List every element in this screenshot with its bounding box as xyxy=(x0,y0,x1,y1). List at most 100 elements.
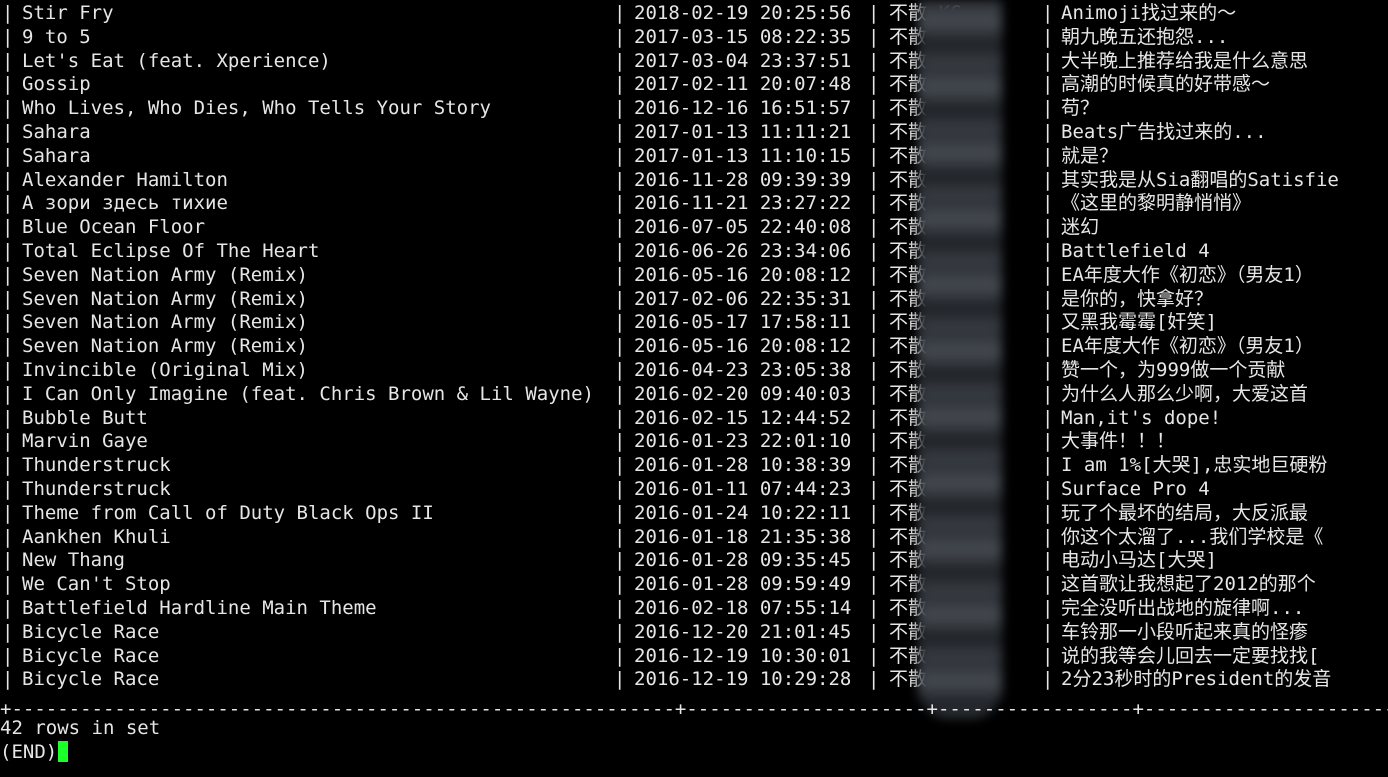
comment-cell: 高潮的时候真的好带感～ xyxy=(1061,73,1271,96)
table-row: |Thunderstruck|2016-01-11 07:44:23|不散 KC… xyxy=(0,477,1388,501)
song-title-cell: 9 to 5 xyxy=(22,25,91,48)
column-border: | xyxy=(1042,192,1054,215)
column-border: | xyxy=(614,644,626,667)
timestamp-cell: 2016-01-28 10:38:39 xyxy=(634,454,852,477)
comment-cell: 其实我是从Sia翻唱的Satisfie xyxy=(1061,168,1339,191)
column-border: | xyxy=(2,25,14,48)
comment-cell: 车铃那一小段听起来真的怪瘆 xyxy=(1061,620,1309,643)
table-row: |Bicycle Race|2016-12-20 21:01:45|不散 KC|… xyxy=(0,620,1388,644)
column-border: | xyxy=(2,311,14,334)
column-border: | xyxy=(868,668,880,691)
column-border: | xyxy=(1042,311,1054,334)
timestamp-cell: 2017-03-15 08:22:35 xyxy=(634,25,852,48)
timestamp-cell: 2016-05-16 20:08:12 xyxy=(634,335,852,358)
column-border: | xyxy=(614,525,626,548)
row-count-text: 42 rows in set xyxy=(0,717,161,739)
column-border: | xyxy=(614,382,626,405)
column-border: | xyxy=(2,287,14,310)
table-row: |Gossip|2017-02-11 20:07:48|不散 KC|高潮的时候真… xyxy=(0,72,1388,96)
table-row: | Invincible (Original Mix) | 2016-04-23 23… xyxy=(0,358,1388,382)
timestamp-cell: 2017-01-13 11:10:15 xyxy=(634,144,852,167)
column-border: | xyxy=(1042,216,1054,239)
comment-cell: 玩了个最坏的结局，大反派最 xyxy=(1061,501,1309,524)
timestamp-cell: 2016-01-24 10:22:11 xyxy=(634,501,852,524)
column-border: | xyxy=(2,597,14,619)
column-border: | xyxy=(614,73,626,96)
column-border: | xyxy=(1042,240,1054,262)
column-border: | xyxy=(868,25,880,48)
column-border: | xyxy=(868,644,880,667)
column-border: | xyxy=(868,549,880,572)
timestamp-cell: 2018-02-19 20:25:56 xyxy=(634,2,852,24)
column-border: | xyxy=(1042,430,1054,453)
comment-cell: 《这里的黎明静悄悄》 xyxy=(1061,192,1252,215)
terminal-cursor[interactable] xyxy=(58,741,68,762)
comment-cell: 你这个太溜了...我们学校是《 xyxy=(1061,525,1324,548)
column-border: | xyxy=(614,25,626,48)
column-border: | xyxy=(614,430,626,453)
column-border: | xyxy=(1042,501,1054,524)
column-border: | xyxy=(614,192,626,215)
column-border: | xyxy=(1042,168,1054,191)
comment-cell: 就是？ xyxy=(1061,144,1119,167)
table-row: | Seven Nation Army (Remix) | 2016-05-16 20… xyxy=(0,334,1388,358)
song-title-cell: New Thang xyxy=(22,549,125,572)
column-border: | xyxy=(614,97,626,120)
column-border: | xyxy=(1042,2,1054,24)
table-row: | Theme from Call of Duty Black Ops II | 20… xyxy=(0,501,1388,525)
column-border: | xyxy=(2,335,14,358)
column-border: | xyxy=(1042,668,1054,691)
column-border: | xyxy=(2,121,14,143)
table-row: | Seven Nation Army (Remix) | 2016-05-17 17… xyxy=(0,310,1388,334)
comment-cell: 大事件！！！ xyxy=(1061,430,1176,453)
timestamp-cell: 2016-12-20 21:01:45 xyxy=(634,620,852,643)
comment-cell: 为什么人那么少啊，大爱这首 xyxy=(1061,382,1309,405)
song-title-cell: Seven Nation Army (Remix) xyxy=(22,287,308,310)
column-border: | xyxy=(868,406,880,429)
column-border: | xyxy=(614,263,626,286)
song-title-cell: Invincible (Original Mix) xyxy=(22,359,308,381)
column-border: | xyxy=(614,620,626,643)
comment-cell: 完全没听出战地的旋律啊... xyxy=(1061,597,1305,619)
timestamp-cell: 2017-02-11 20:07:48 xyxy=(634,73,852,96)
column-border: | xyxy=(1042,454,1054,477)
column-border: | xyxy=(1042,49,1054,72)
column-border: | xyxy=(868,573,880,596)
song-title-cell: Let's Eat (feat. Xperience) xyxy=(22,49,331,72)
song-title-cell: Bicycle Race xyxy=(22,620,160,643)
song-title-cell: Total Eclipse Of The Heart xyxy=(22,240,320,262)
timestamp-cell: 2016-12-16 16:51:57 xyxy=(634,97,852,120)
comment-cell: 大半晚上推荐给我是什么意思 xyxy=(1061,49,1309,72)
column-border: | xyxy=(2,549,14,572)
terminal-window[interactable]: |Stir Fry|2018-02-19 20:25:56|不散 KC|Anim… xyxy=(0,0,1388,777)
column-border: | xyxy=(1042,359,1054,381)
comment-cell: 2分23秒时的President的发音 xyxy=(1061,668,1332,691)
column-border: | xyxy=(614,144,626,167)
column-border: | xyxy=(2,97,14,120)
column-border: | xyxy=(1042,549,1054,572)
column-border: | xyxy=(1042,525,1054,548)
song-title-cell: Bicycle Race xyxy=(22,668,160,691)
song-title-cell: Bubble Butt xyxy=(22,406,148,429)
column-border: | xyxy=(614,668,626,691)
redaction-blur xyxy=(918,0,1002,718)
column-border: | xyxy=(2,240,14,262)
column-border: | xyxy=(2,73,14,96)
column-border: | xyxy=(868,454,880,477)
column-border: | xyxy=(614,2,626,24)
comment-cell: EA年度大作《初恋》（男友1） xyxy=(1061,335,1314,358)
column-border: | xyxy=(868,430,880,453)
comment-cell: 是你的，快拿好？ xyxy=(1061,287,1214,310)
column-border: | xyxy=(868,525,880,548)
comment-cell: Animoji找过来的～ xyxy=(1061,2,1237,24)
column-border: | xyxy=(868,597,880,619)
comment-cell: Man,it's dope! xyxy=(1061,406,1222,429)
comment-cell: 电动小马达[大哭] xyxy=(1061,549,1217,572)
column-border: | xyxy=(2,478,14,500)
comment-cell: 又黑我霉霉[奸笑] xyxy=(1061,311,1217,334)
column-border: | xyxy=(614,311,626,334)
column-border: | xyxy=(868,263,880,286)
column-border: | xyxy=(614,49,626,72)
column-border: | xyxy=(1042,382,1054,405)
column-border: | xyxy=(1042,335,1054,358)
